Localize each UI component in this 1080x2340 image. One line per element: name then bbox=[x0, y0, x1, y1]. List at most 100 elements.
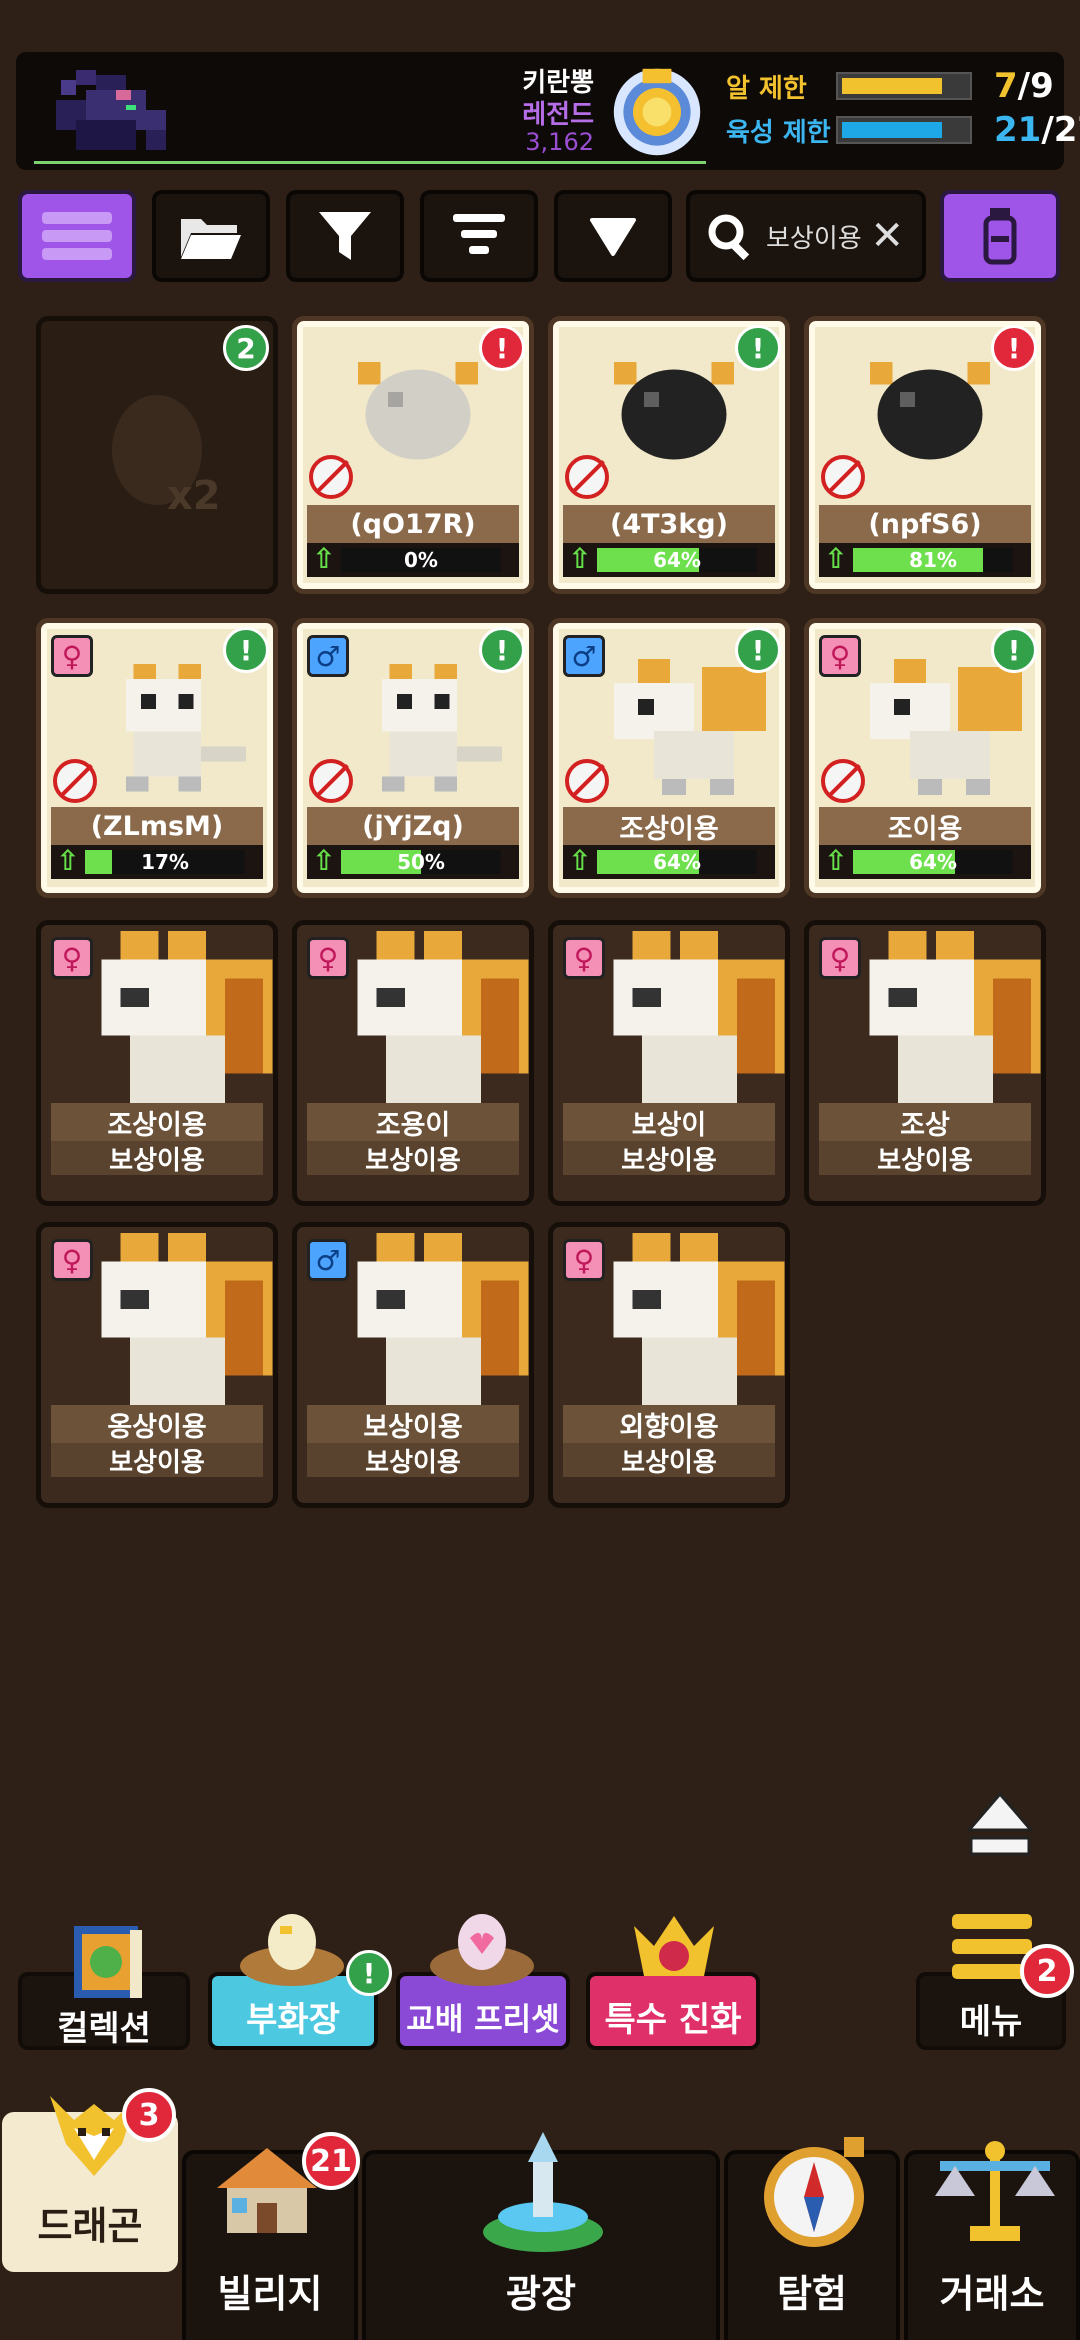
progress-track: 50% bbox=[341, 850, 501, 874]
dragon-card[interactable]: ♀ 조상 보상이용 bbox=[804, 920, 1046, 1206]
dragon-name: 보상이용 bbox=[307, 1405, 519, 1443]
growth-arrow-icon: ⇧ bbox=[312, 844, 336, 877]
dragon-card[interactable]: ♀ 옹상이용 보상이용 bbox=[36, 1222, 278, 1508]
no-item-icon bbox=[821, 759, 865, 803]
growth-arrow-icon: ⇧ bbox=[312, 542, 336, 575]
dragon-card[interactable]: ♀! 조이용 ⇧ 64% bbox=[804, 618, 1046, 898]
search-box[interactable]: 보상이용 ✕ bbox=[686, 190, 926, 282]
hatchery-alert-badge: ! bbox=[346, 1950, 392, 1996]
dragon-card[interactable]: ♀ 보상이 보상이용 bbox=[548, 920, 790, 1206]
dragon-card[interactable]: ! (4T3kg) ⇧ 64% bbox=[548, 316, 790, 594]
collection-book-icon bbox=[74, 1926, 142, 1998]
adult-dragon-sprite bbox=[101, 931, 273, 1121]
dragon-card[interactable]: ♀ 조용이 보상이용 bbox=[292, 920, 534, 1206]
dragon-name: 옹상이용 bbox=[51, 1405, 263, 1443]
dragon-card[interactable]: ! (qO17R) ⇧ 0% bbox=[292, 316, 534, 594]
nav-label-dragon: 드래곤 bbox=[37, 2204, 143, 2248]
adult-dragon-sprite bbox=[357, 931, 529, 1121]
dragon-card[interactable]: x2 2 bbox=[36, 316, 278, 594]
dragon-card[interactable]: ♀ 외향이용 보상이용 bbox=[548, 1222, 790, 1508]
hatchery-nest-icon bbox=[240, 1914, 344, 1986]
female-icon: ♀ bbox=[51, 937, 93, 979]
male-icon: ♂ bbox=[307, 635, 349, 677]
alert-badge: ! bbox=[991, 627, 1037, 673]
female-icon: ♀ bbox=[819, 635, 861, 677]
menu-main-label: 메뉴 bbox=[959, 2001, 1023, 2042]
raise-limit-total: /27 bbox=[1041, 110, 1080, 150]
no-item-icon bbox=[309, 455, 353, 499]
dragon-card[interactable]: ♀! (ZLmsM) ⇧ 17% bbox=[36, 618, 278, 898]
no-item-icon bbox=[565, 759, 609, 803]
egg-sprite bbox=[870, 362, 990, 460]
dragon-name: (4T3kg) bbox=[563, 505, 775, 543]
raise-limit-bar bbox=[836, 116, 972, 144]
search-input[interactable]: 보상이용 bbox=[766, 218, 862, 255]
dragon-name: 조상이용 bbox=[51, 1103, 263, 1141]
growth-progress: ⇧ 50% bbox=[307, 845, 519, 879]
growth-progress: ⇧ 64% bbox=[563, 845, 775, 879]
egg-sprite bbox=[358, 362, 478, 460]
player-dragon-avatar[interactable] bbox=[46, 58, 186, 162]
progress-track: 64% bbox=[853, 850, 1013, 874]
folder-button[interactable] bbox=[152, 190, 270, 282]
sort-button[interactable] bbox=[420, 190, 538, 282]
progress-text: 64% bbox=[653, 548, 701, 572]
nav-tab-plaza[interactable]: 광장 bbox=[362, 2132, 720, 2340]
potion-button[interactable] bbox=[940, 190, 1060, 282]
progress-track: 17% bbox=[85, 850, 245, 874]
no-item-icon bbox=[53, 759, 97, 803]
adult-dragon-sprite bbox=[357, 1233, 529, 1423]
player-header: 키란뽕 레전드 3,162 알 제한 7/9 육성 제한 21/27 bbox=[16, 52, 1080, 170]
adult-dragon-sprite bbox=[613, 931, 785, 1121]
close-icon[interactable]: ✕ bbox=[870, 213, 904, 259]
female-icon: ♀ bbox=[51, 1239, 93, 1281]
dragon-card[interactable]: ♂! (jYjZq) ⇧ 50% bbox=[292, 618, 534, 898]
growth-progress: ⇧ 0% bbox=[307, 543, 519, 577]
egg-limit-row: 알 제한 7/9 bbox=[726, 66, 1054, 106]
dragon-name: (ZLmsM) bbox=[51, 807, 263, 845]
search-icon bbox=[708, 214, 750, 260]
dropdown-button[interactable] bbox=[554, 190, 672, 282]
alert-badge: ! bbox=[991, 325, 1037, 371]
nav-tab-explore[interactable]: 탐험 bbox=[724, 2137, 900, 2340]
dragon-name: (jYjZq) bbox=[307, 807, 519, 845]
dragon-name: 조상 bbox=[819, 1103, 1031, 1141]
egg-stack-count: x2 bbox=[167, 473, 221, 519]
legend-rank-icon[interactable] bbox=[608, 64, 706, 160]
nav-tab-exchange[interactable]: 거래소 bbox=[904, 2141, 1080, 2340]
compass-icon bbox=[764, 2137, 864, 2247]
village-count-badge: 21 bbox=[302, 2132, 360, 2190]
dragon-card[interactable]: ♂! 조상이용 ⇧ 64% bbox=[548, 618, 790, 898]
dragon-name: (qO17R) bbox=[307, 505, 519, 543]
breeding-preset-label: 교배 프리셋 bbox=[406, 2001, 560, 2038]
growth-arrow-icon: ⇧ bbox=[568, 844, 592, 877]
baby-dragon-sprite bbox=[382, 664, 502, 792]
alert-badge: ! bbox=[223, 627, 269, 673]
growth-progress: ⇧ 17% bbox=[51, 845, 263, 879]
progress-track: 0% bbox=[341, 548, 501, 572]
adult-dragon-sprite bbox=[613, 1233, 785, 1423]
nav-label-village: 빌리지 bbox=[217, 2272, 323, 2316]
dragon-subname: 보상이용 bbox=[51, 1443, 263, 1478]
potion-icon bbox=[983, 208, 1017, 265]
dragon-card[interactable]: ♂ 보상이용 보상이용 bbox=[292, 1222, 534, 1508]
progress-text: 0% bbox=[404, 548, 438, 572]
player-rank: 레전드 bbox=[522, 100, 594, 130]
filter-button[interactable] bbox=[286, 190, 404, 282]
dragon-card[interactable]: ! (npfS6) ⇧ 81% bbox=[804, 316, 1046, 594]
breeding-nest-icon bbox=[430, 1914, 534, 1986]
dragon-name: 조용이 bbox=[307, 1103, 519, 1141]
no-item-icon bbox=[565, 455, 609, 499]
collection-label: 컬렉션 bbox=[57, 2008, 151, 2049]
adult-dragon-sprite bbox=[869, 931, 1041, 1121]
female-icon: ♀ bbox=[563, 1239, 605, 1281]
player-score: 3,162 bbox=[525, 128, 594, 156]
male-icon: ♂ bbox=[563, 635, 605, 677]
scroll-top-icon[interactable] bbox=[965, 1790, 1035, 1860]
female-icon: ♀ bbox=[819, 937, 861, 979]
menu-button[interactable] bbox=[18, 190, 136, 282]
nav-label-plaza: 광장 bbox=[506, 2272, 576, 2316]
growth-progress: ⇧ 64% bbox=[819, 845, 1031, 879]
dragon-card[interactable]: ♀ 조상이용 보상이용 bbox=[36, 920, 278, 1206]
egg-limit-label: 알 제한 bbox=[726, 73, 807, 104]
